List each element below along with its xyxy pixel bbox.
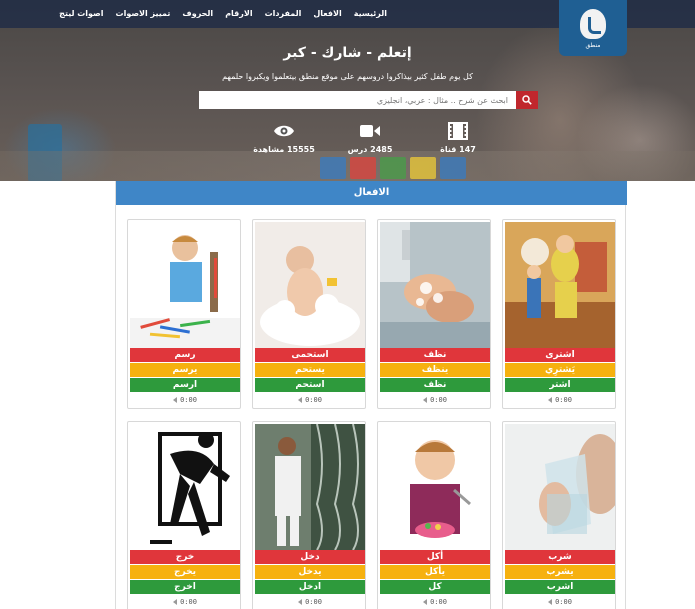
audio-time: 0:00 [555, 598, 572, 606]
play-icon[interactable] [423, 599, 428, 605]
verb-imperative: ادخل [255, 580, 365, 594]
verb-past: نظف [380, 348, 490, 362]
man-entering-door-photo [255, 424, 365, 550]
content-panel: الافعال اشترى يَشترِي اشتر 0:00 نظف ينظف… [115, 181, 627, 609]
verb-past: شرب [505, 550, 615, 564]
verb-past: خرج [130, 550, 240, 564]
verb-imperative: نظف [380, 378, 490, 392]
verb-imperative: ارسم [130, 378, 240, 392]
stats-row: 147 قناة 2485 درس 15555 مشاهدة [0, 121, 695, 161]
audio-time: 0:00 [180, 598, 197, 606]
verb-present: يشرب [505, 565, 615, 579]
film-icon [448, 122, 468, 140]
video-camera-icon [360, 125, 380, 137]
verb-present: ينظف [380, 363, 490, 377]
man-leaving-illustration [130, 424, 240, 550]
drinking-water-photo [505, 424, 615, 550]
search-bar [199, 91, 538, 109]
play-icon[interactable] [173, 599, 178, 605]
nav-item-home[interactable]: الرئيسية [354, 9, 387, 18]
nav-item-letters[interactable]: الحروف [182, 9, 213, 18]
verb-card[interactable]: أكل يأكل كل 0:00 [377, 421, 491, 609]
hero-subtitle: كل يوم طفل كثير بيذاكروا دروسهم على موقع… [222, 72, 473, 81]
verb-past: اشترى [505, 348, 615, 362]
stat-channels-label: 147 قناة [440, 145, 476, 154]
play-icon[interactable] [298, 599, 303, 605]
shopping-illustration [505, 222, 615, 348]
audio-player[interactable]: 0:00 [505, 596, 615, 608]
verb-past: استحمى [255, 348, 365, 362]
audio-player[interactable]: 0:00 [380, 596, 490, 608]
play-icon[interactable] [548, 397, 553, 403]
stat-lessons-label: 2485 درس [347, 145, 393, 154]
play-icon[interactable] [173, 397, 178, 403]
verb-imperative: استحم [255, 378, 365, 392]
verb-imperative: اشتر [505, 378, 615, 392]
section-title: الافعال [116, 181, 627, 205]
audio-time: 0:00 [305, 598, 322, 606]
search-icon [522, 95, 532, 105]
hero-title: إتعلم - شارك - كبر [283, 45, 412, 61]
bathing-baby-photo [255, 222, 365, 348]
verbs-grid: اشترى يَشترِي اشتر 0:00 نظف ينظف نظف 0:0… [127, 219, 616, 609]
verb-present: يرسم [130, 363, 240, 377]
nav-item-sounds[interactable]: اصوات ليتج [59, 9, 103, 18]
verb-imperative: كل [380, 580, 490, 594]
verb-card[interactable]: شرب يشرب اشرب 0:00 [502, 421, 616, 609]
search-button[interactable] [516, 91, 538, 109]
verb-past: دخل [255, 550, 365, 564]
audio-time: 0:00 [430, 598, 447, 606]
audio-time: 0:00 [305, 396, 322, 404]
audio-time: 0:00 [555, 396, 572, 404]
audio-player[interactable]: 0:00 [130, 596, 240, 608]
verb-past: رسم [130, 348, 240, 362]
play-icon[interactable] [423, 397, 428, 403]
child-drawing-photo [130, 222, 240, 348]
verb-card[interactable]: نظف ينظف نظف 0:00 [377, 219, 491, 409]
play-icon[interactable] [548, 599, 553, 605]
verb-card[interactable]: استحمى يستحم استحم 0:00 [252, 219, 366, 409]
verb-card[interactable]: خرج يخرج اخرج 0:00 [127, 421, 241, 609]
nav-item-sound-discrimination[interactable]: تمييز الاصوات [116, 9, 171, 18]
nav-item-vocabulary[interactable]: المفردات [265, 9, 302, 18]
audio-player[interactable]: 0:00 [380, 394, 490, 406]
verb-present: يخرج [130, 565, 240, 579]
verb-card[interactable]: رسم يرسم ارسم 0:00 [127, 219, 241, 409]
verb-present: يأكل [380, 565, 490, 579]
nav-item-verbs[interactable]: الافعال [313, 9, 341, 18]
audio-time: 0:00 [430, 396, 447, 404]
verb-past: أكل [380, 550, 490, 564]
audio-time: 0:00 [180, 396, 197, 404]
verb-present: يدخل [255, 565, 365, 579]
verb-imperative: اشرب [505, 580, 615, 594]
nav-menu: الرئيسية الافعال المفردات الارقام الحروف… [59, 9, 387, 18]
stat-views: 15555 مشاهدة [244, 121, 324, 154]
child-eating-photo [380, 424, 490, 550]
verb-imperative: اخرج [130, 580, 240, 594]
hero-banner: الرئيسية الافعال المفردات الارقام الحروف… [0, 0, 695, 181]
nav-item-numbers[interactable]: الارقام [225, 9, 252, 18]
stat-channels: 147 قناة [418, 121, 498, 154]
verb-present: يستحم [255, 363, 365, 377]
verb-card[interactable]: اشترى يَشترِي اشتر 0:00 [502, 219, 616, 409]
audio-player[interactable]: 0:00 [505, 394, 615, 406]
stat-views-label: 15555 مشاهدة [253, 145, 315, 154]
audio-player[interactable]: 0:00 [255, 394, 365, 406]
verb-card[interactable]: دخل يدخل ادخل 0:00 [252, 421, 366, 609]
washing-hands-photo [380, 222, 490, 348]
play-icon[interactable] [298, 397, 303, 403]
audio-player[interactable]: 0:00 [130, 394, 240, 406]
audio-player[interactable]: 0:00 [255, 596, 365, 608]
search-input[interactable] [199, 91, 516, 109]
verb-present: يَشترِي [505, 363, 615, 377]
stat-lessons: 2485 درس [330, 121, 410, 154]
eye-icon [274, 125, 294, 137]
logo-head-icon [580, 9, 606, 39]
